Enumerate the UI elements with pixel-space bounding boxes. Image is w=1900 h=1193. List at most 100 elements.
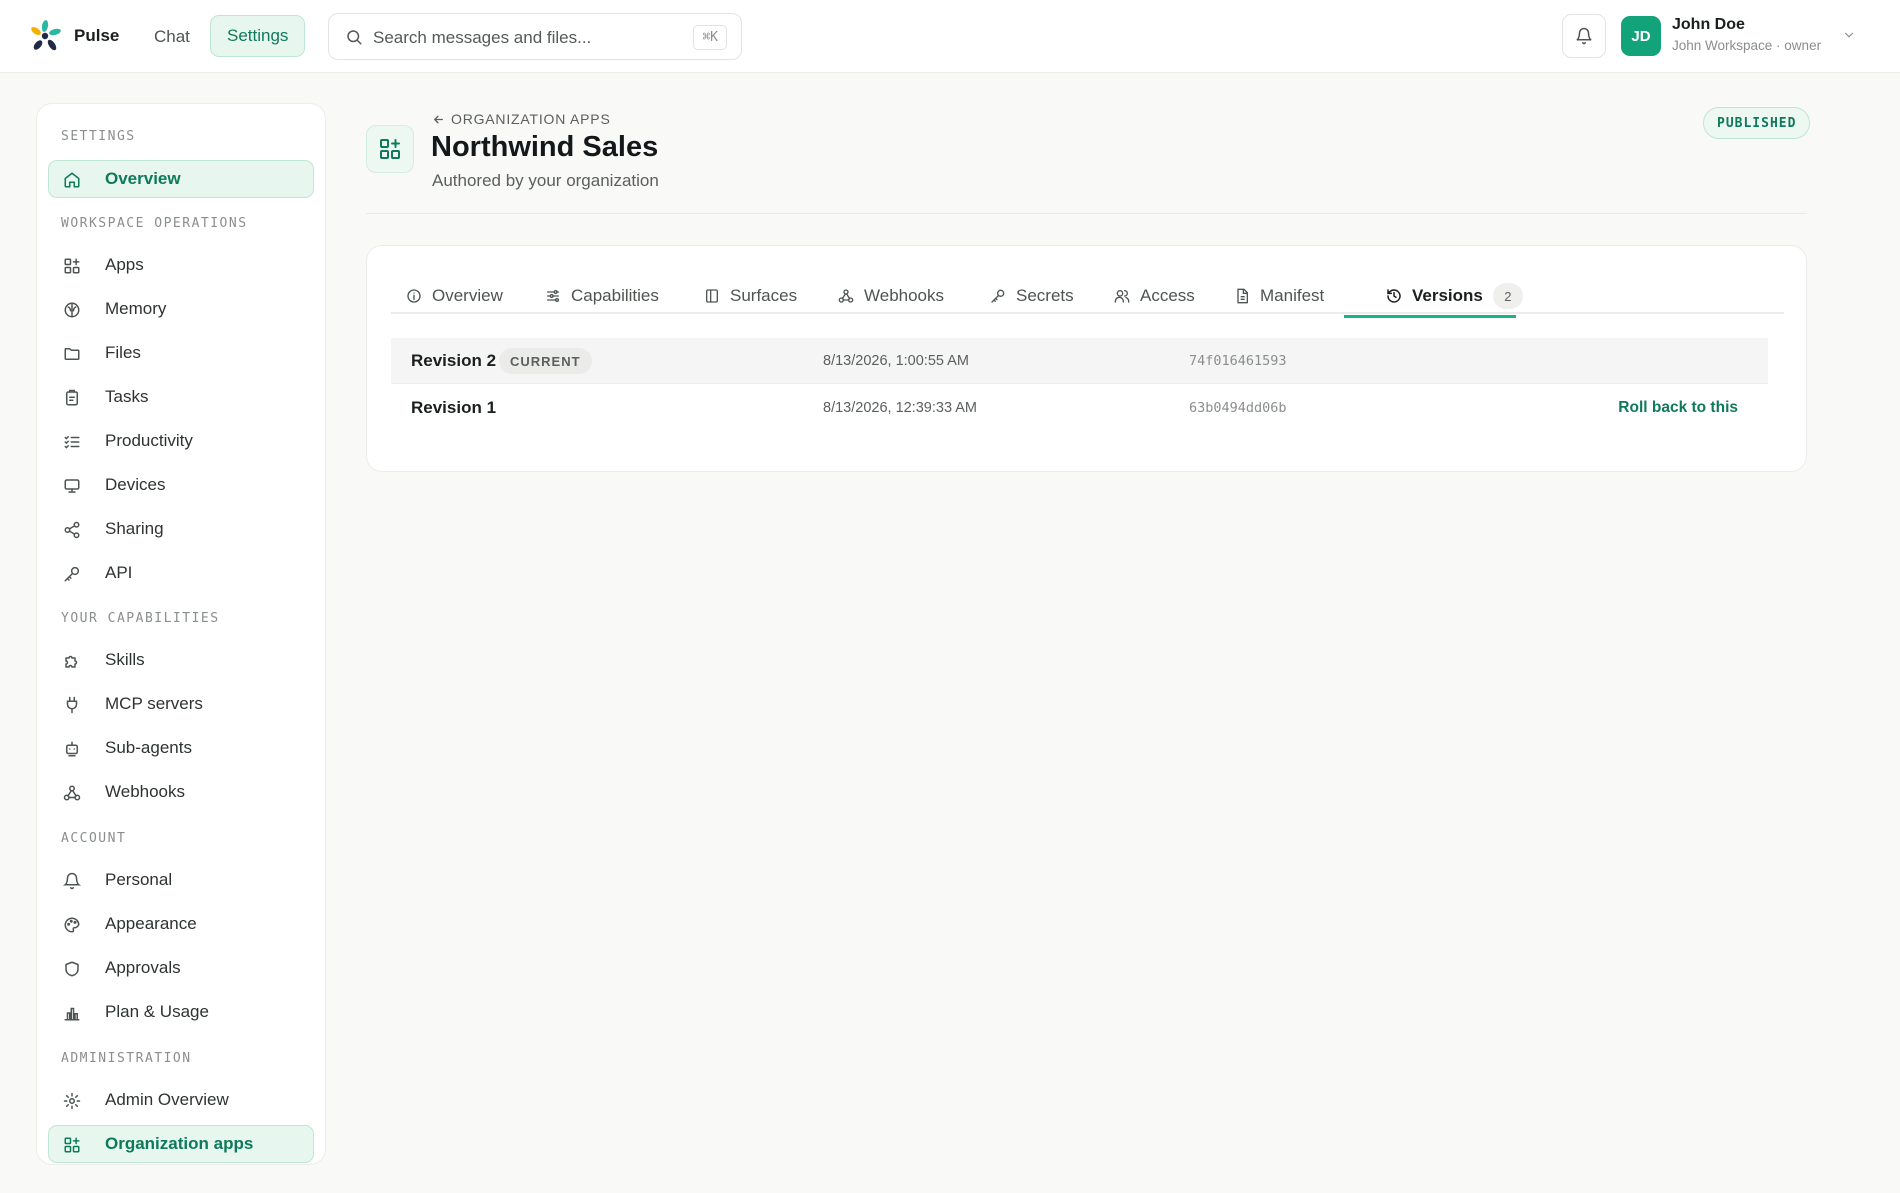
gear-icon bbox=[63, 1092, 81, 1110]
sidebar-section-title: WORKSPACE OPERATIONS bbox=[61, 216, 248, 231]
app-name: Pulse bbox=[74, 26, 120, 45]
sidebar-section-title: SETTINGS bbox=[61, 129, 136, 144]
info-icon bbox=[406, 288, 422, 304]
page-title: Northwind Sales bbox=[431, 131, 659, 163]
file-icon bbox=[1234, 288, 1250, 304]
shield-icon bbox=[63, 960, 81, 978]
tab-label: Surfaces bbox=[730, 286, 798, 305]
tab-overview[interactable]: Overview bbox=[406, 278, 503, 314]
breadcrumb[interactable]: ORGANIZATION APPS bbox=[432, 111, 611, 127]
history-icon bbox=[1386, 288, 1402, 304]
tab-capabilities[interactable]: Capabilities bbox=[545, 278, 659, 314]
sidebar-item-label: Webhooks bbox=[105, 782, 186, 801]
tab-access[interactable]: Access bbox=[1114, 278, 1195, 314]
sidebar-item-devices[interactable]: Devices bbox=[48, 466, 314, 504]
search-shortcut-badge: ⌘K bbox=[693, 25, 727, 50]
list-checks-icon bbox=[63, 433, 81, 451]
sidebar-item-plan-usage[interactable]: Plan & Usage bbox=[48, 993, 314, 1031]
page-subtitle: Authored by your organization bbox=[432, 171, 659, 190]
tab-label: Manifest bbox=[1260, 286, 1325, 305]
revision-hash: 63b0494dd06b bbox=[1189, 400, 1287, 416]
sidebar-item-admin-overview[interactable]: Admin Overview bbox=[48, 1081, 314, 1119]
user-workspace-role: John Workspace · owner bbox=[1672, 38, 1822, 53]
users-icon bbox=[1114, 288, 1130, 304]
sidebar-item-webhooks[interactable]: Webhooks bbox=[48, 773, 314, 811]
search-input[interactable]: Search messages and files... ⌘K bbox=[328, 13, 742, 60]
tab-label: Secrets bbox=[1016, 286, 1074, 305]
revision-row: Revision 1 8/13/2026, 12:39:33 AM 63b049… bbox=[391, 385, 1768, 431]
sidebar-item-label: Organization apps bbox=[105, 1134, 254, 1153]
tab-surfaces[interactable]: Surfaces bbox=[704, 278, 797, 314]
plug-icon bbox=[63, 696, 81, 714]
sidebar-item-label: Memory bbox=[105, 299, 167, 318]
user-name[interactable]: John Doe bbox=[1672, 16, 1745, 34]
sidebar-item-appearance[interactable]: Appearance bbox=[48, 905, 314, 943]
sidebar-item-overview[interactable]: Overview bbox=[48, 160, 314, 198]
avatar[interactable]: JD bbox=[1621, 16, 1661, 56]
share-icon bbox=[63, 521, 81, 539]
nav-chat[interactable]: Chat bbox=[140, 18, 204, 56]
breadcrumb-label: ORGANIZATION APPS bbox=[451, 111, 611, 127]
sidebar-item-api[interactable]: API bbox=[48, 554, 314, 592]
sidebar-item-label: Overview bbox=[105, 169, 181, 188]
settings-sidebar: SETTINGS Overview WORKSPACE OPERATIONS A… bbox=[36, 103, 326, 1165]
tab-bar: Overview Capabilities Surfaces Webhooks … bbox=[391, 278, 1784, 314]
nav-settings[interactable]: Settings bbox=[210, 15, 306, 57]
tab-label: Access bbox=[1140, 286, 1195, 305]
sidebar-item-label: API bbox=[105, 563, 133, 582]
sidebar-item-label: Personal bbox=[105, 870, 173, 889]
webhook-icon bbox=[63, 784, 81, 802]
apps-icon bbox=[378, 137, 402, 161]
sidebar-item-label: Admin Overview bbox=[105, 1090, 229, 1109]
sidebar-item-label: Appearance bbox=[105, 914, 197, 933]
folder-icon bbox=[63, 345, 81, 363]
revision-hash: 74f016461593 bbox=[1189, 353, 1287, 369]
bell-icon bbox=[1575, 27, 1593, 45]
clipboard-icon bbox=[63, 389, 81, 407]
tab-label: Versions bbox=[1412, 286, 1483, 305]
brand[interactable]: Pulse bbox=[28, 19, 119, 53]
sidebar-item-tasks[interactable]: Tasks bbox=[48, 378, 314, 416]
tab-manifest[interactable]: Manifest bbox=[1234, 278, 1324, 314]
sidebar-item-files[interactable]: Files bbox=[48, 334, 314, 372]
sidebar-item-mcp-servers[interactable]: MCP servers bbox=[48, 685, 314, 723]
chevron-down-icon[interactable] bbox=[1842, 28, 1856, 42]
sidebar-item-label: Productivity bbox=[105, 431, 193, 450]
revision-row: Revision 2 CURRENT 8/13/2026, 1:00:55 AM… bbox=[391, 338, 1768, 384]
sidebar-item-approvals[interactable]: Approvals bbox=[48, 949, 314, 987]
active-tab-indicator bbox=[1344, 315, 1516, 318]
tab-secrets[interactable]: Secrets bbox=[990, 278, 1074, 314]
sidebar-item-skills[interactable]: Skills bbox=[48, 641, 314, 679]
tab-count-badge: 2 bbox=[1492, 283, 1523, 309]
tab-webhooks[interactable]: Webhooks bbox=[838, 278, 944, 314]
palette-icon bbox=[63, 916, 81, 934]
sliders-icon bbox=[545, 288, 561, 304]
sidebar-item-sub-agents[interactable]: Sub-agents bbox=[48, 729, 314, 767]
tab-label: Webhooks bbox=[864, 286, 945, 305]
tab-versions[interactable]: Versions 2 bbox=[1386, 278, 1523, 314]
webhook-icon bbox=[838, 288, 854, 304]
sidebar-item-label: Sub-agents bbox=[105, 738, 192, 757]
apps-icon bbox=[63, 257, 81, 275]
sidebar-item-label: Devices bbox=[105, 475, 166, 494]
sidebar-item-personal[interactable]: Personal bbox=[48, 861, 314, 899]
rollback-button[interactable]: Roll back to this bbox=[1618, 399, 1738, 417]
sidebar-item-organization-apps[interactable]: Organization apps bbox=[48, 1125, 314, 1163]
brain-icon bbox=[63, 301, 81, 319]
sidebar-item-productivity[interactable]: Productivity bbox=[48, 422, 314, 460]
revision-date: 8/13/2026, 1:00:55 AM bbox=[823, 353, 969, 369]
status-badge: PUBLISHED bbox=[1703, 107, 1811, 139]
notifications-button[interactable] bbox=[1562, 14, 1606, 58]
sidebar-item-sharing[interactable]: Sharing bbox=[48, 510, 314, 548]
sidebar-item-memory[interactable]: Memory bbox=[48, 290, 314, 328]
sidebar-item-label: Sharing bbox=[105, 519, 164, 538]
top-bar: Pulse Chat Settings Search messages and … bbox=[0, 0, 1900, 73]
monitor-icon bbox=[63, 477, 81, 495]
apps-icon bbox=[63, 1136, 81, 1154]
header-divider bbox=[366, 213, 1807, 214]
sidebar-item-apps[interactable]: Apps bbox=[48, 246, 314, 284]
sidebar-item-label: Tasks bbox=[105, 387, 149, 406]
revision-name: Revision 1 bbox=[411, 398, 497, 417]
tab-label: Overview bbox=[432, 286, 503, 305]
search-icon bbox=[345, 28, 363, 46]
